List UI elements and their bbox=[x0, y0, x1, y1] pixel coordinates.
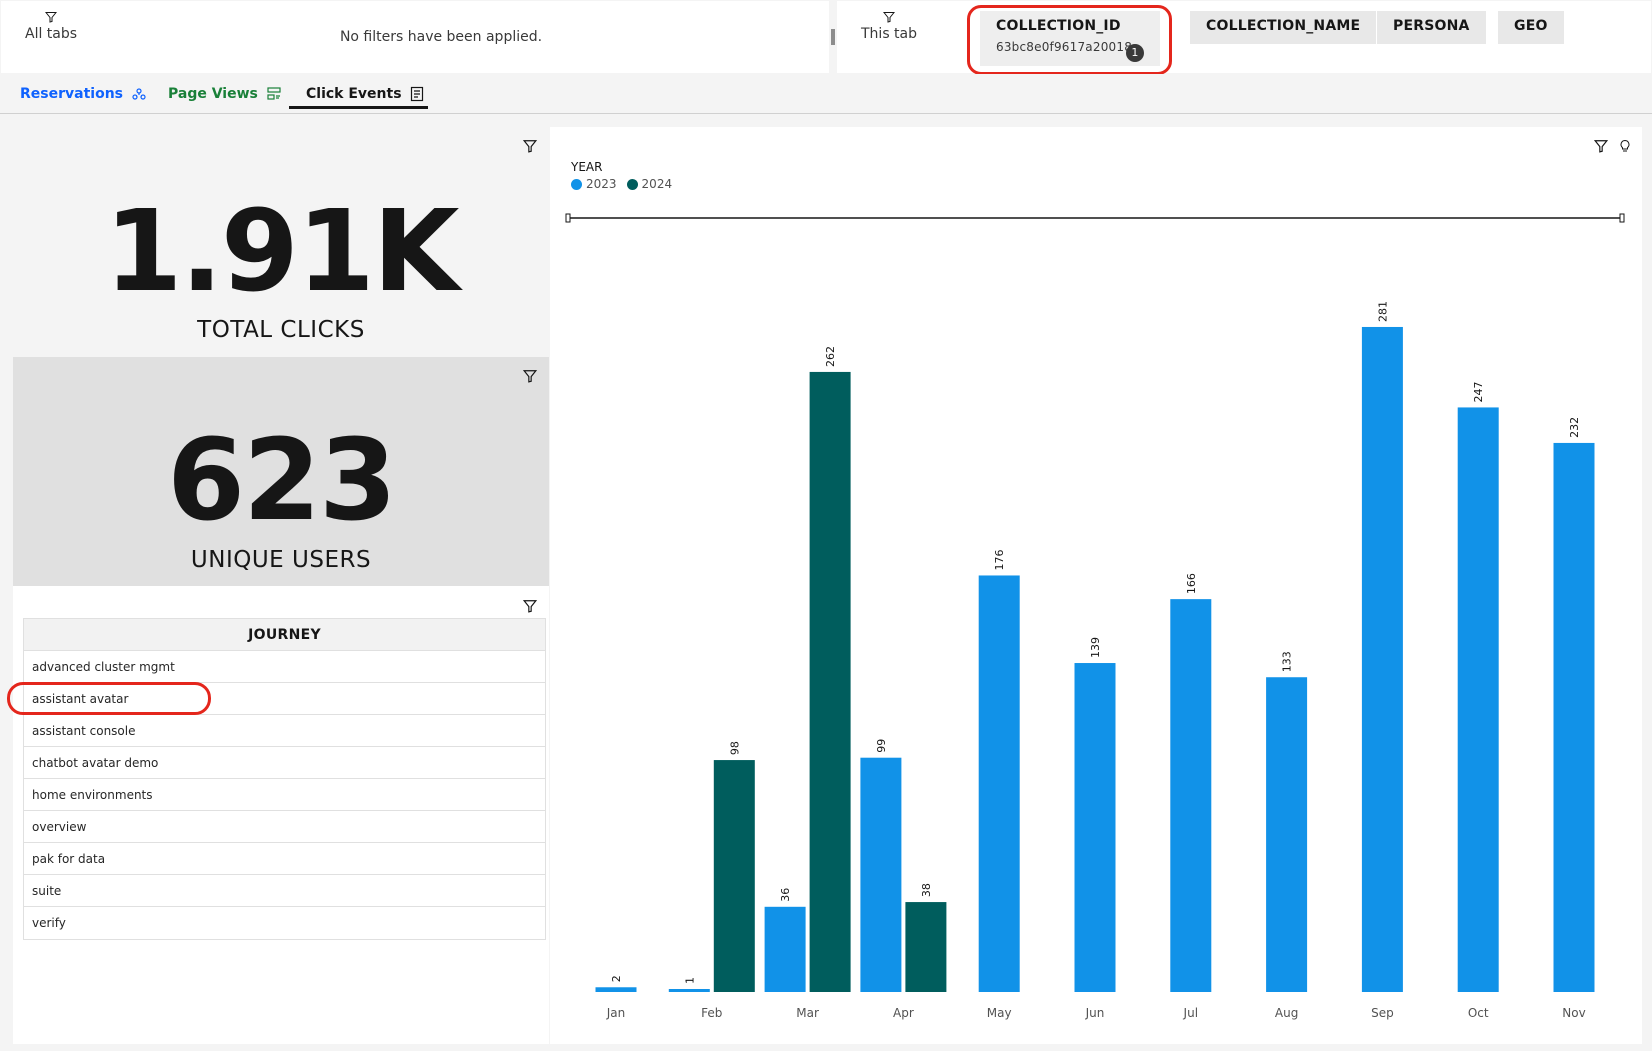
bar-jun-2023[interactable] bbox=[1074, 663, 1116, 992]
x-tick-label: Sep bbox=[1371, 1006, 1394, 1020]
journey-column-header[interactable]: JOURNEY bbox=[24, 619, 545, 651]
table-row[interactable]: assistant avatar bbox=[24, 683, 545, 715]
x-tick-label: Feb bbox=[701, 1006, 722, 1020]
tab-label: Page Views bbox=[168, 86, 258, 102]
total-clicks-label: TOTAL CLICKS bbox=[197, 317, 365, 343]
funnel-icon bbox=[883, 12, 895, 23]
bar-sep-2023[interactable] bbox=[1361, 326, 1403, 992]
total-clicks-value: 1.91K bbox=[104, 187, 459, 317]
data-label: 36 bbox=[779, 888, 792, 902]
bar-mar-2023[interactable] bbox=[764, 906, 806, 992]
bar-chart-svg: 2 Jan 1 98 Feb 36 262 Mar 99 38 Apr 176 May 139 Jun 166… bbox=[565, 213, 1625, 1020]
bar-aug-2023[interactable] bbox=[1266, 677, 1308, 992]
bar-feb-2024[interactable] bbox=[713, 760, 755, 992]
chip-label: COLLECTION_ID bbox=[996, 18, 1121, 34]
range-slider-handle-start[interactable] bbox=[565, 213, 571, 223]
total-clicks-kpi: 1.91K TOTAL CLICKS bbox=[13, 127, 549, 357]
funnel-icon[interactable] bbox=[523, 139, 537, 153]
data-label: 139 bbox=[1089, 637, 1102, 658]
data-label: 232 bbox=[1568, 417, 1581, 438]
tab-reservations[interactable]: Reservations bbox=[20, 86, 147, 102]
unique-users-kpi: 623 UNIQUE USERS bbox=[13, 357, 549, 586]
tab-label: Click Events bbox=[306, 86, 402, 102]
x-tick-label: Jul bbox=[1183, 1006, 1198, 1020]
data-label: 98 bbox=[728, 741, 741, 755]
x-tick-label: Aug bbox=[1275, 1006, 1298, 1020]
x-tick-label: Jun bbox=[1085, 1006, 1105, 1020]
range-slider-handle-end[interactable] bbox=[1619, 213, 1625, 223]
funnel-icon[interactable] bbox=[523, 599, 537, 613]
tab-click-events[interactable]: Click Events bbox=[306, 86, 424, 102]
chip-value: 63bc8e0f9617a20018c0 bbox=[996, 40, 1132, 54]
bar-may-2023[interactable] bbox=[978, 575, 1020, 992]
bar-nov-2023[interactable] bbox=[1553, 442, 1595, 992]
table-row[interactable]: home environments bbox=[24, 779, 545, 811]
data-label: 99 bbox=[875, 739, 888, 753]
data-label: 281 bbox=[1376, 301, 1389, 322]
funnel-icon[interactable] bbox=[523, 369, 537, 383]
table-row[interactable]: chatbot avatar demo bbox=[24, 747, 545, 779]
chip-label: GEO bbox=[1514, 18, 1548, 34]
bar-feb-2023[interactable] bbox=[668, 989, 710, 992]
this-tab-scope[interactable]: This tab bbox=[861, 11, 917, 42]
tab-page-views[interactable]: Page Views bbox=[168, 86, 282, 102]
bar-mar-2024[interactable] bbox=[809, 371, 851, 992]
bar-apr-2023[interactable] bbox=[860, 757, 902, 992]
bar-apr-2024[interactable] bbox=[905, 902, 947, 992]
data-label: 176 bbox=[993, 549, 1006, 570]
selected-tab-indicator bbox=[289, 106, 428, 109]
x-tick-label: May bbox=[987, 1006, 1012, 1020]
all-tabs-scope[interactable]: All tabs bbox=[25, 11, 77, 42]
filter-chip-collection-id[interactable]: COLLECTION_ID 63bc8e0f9617a20018c0 1 bbox=[980, 11, 1160, 66]
no-filters-text: No filters have been applied. bbox=[339, 29, 543, 45]
data-label: 38 bbox=[920, 883, 933, 897]
chip-label: PERSONA bbox=[1393, 18, 1470, 34]
bar-jul-2023[interactable] bbox=[1170, 599, 1212, 992]
data-label: 166 bbox=[1185, 573, 1198, 594]
filter-chip-geo[interactable]: GEO bbox=[1498, 11, 1564, 44]
unique-users-value: 623 bbox=[167, 416, 397, 546]
panel-splitter[interactable] bbox=[831, 29, 835, 45]
data-label: 2 bbox=[610, 975, 623, 982]
data-label: 1 bbox=[683, 977, 696, 984]
x-tick-label: Oct bbox=[1468, 1006, 1489, 1020]
tab-label: Reservations bbox=[20, 86, 123, 102]
data-label: 133 bbox=[1281, 651, 1294, 672]
x-tick-label: Jan bbox=[606, 1006, 626, 1020]
unique-users-label: UNIQUE USERS bbox=[190, 547, 372, 573]
click-events-icon bbox=[410, 86, 423, 102]
x-tick-label: Mar bbox=[796, 1006, 819, 1020]
this-tab-label: This tab bbox=[861, 26, 918, 42]
x-tick-label: Apr bbox=[893, 1006, 914, 1020]
table-row[interactable]: verify bbox=[24, 907, 545, 939]
journey-table: JOURNEY advanced cluster mgmt assistant … bbox=[23, 618, 546, 940]
filter-chip-collection-name[interactable]: COLLECTION_NAME bbox=[1190, 11, 1377, 44]
bar-oct-2023[interactable] bbox=[1457, 407, 1499, 992]
data-label: 247 bbox=[1472, 381, 1485, 402]
table-row[interactable]: pak for data bbox=[24, 843, 545, 875]
table-row[interactable]: suite bbox=[24, 875, 545, 907]
filter-chip-persona[interactable]: PERSONA bbox=[1377, 11, 1486, 44]
chip-label: COLLECTION_NAME bbox=[1206, 18, 1361, 34]
filter-bar: All tabs No filters have been applied. T… bbox=[0, 0, 1652, 74]
reservations-icon bbox=[132, 88, 146, 100]
clicks-by-month-chart: YEAR 2023 2024 2 Jan 1 98 Feb 36 262 Mar 99 38 Apr… bbox=[550, 127, 1642, 1044]
filter-count-badge: 1 bbox=[1126, 44, 1144, 62]
table-row[interactable]: advanced cluster mgmt bbox=[24, 651, 545, 683]
page-views-icon bbox=[267, 87, 281, 100]
table-row[interactable]: assistant console bbox=[24, 715, 545, 747]
tab-filter-panel: This tab COLLECTION_ID 63bc8e0f9617a2001… bbox=[837, 1, 1651, 73]
data-label: 262 bbox=[824, 346, 837, 367]
x-tick-label: Nov bbox=[1562, 1006, 1585, 1020]
tab-bar: Reservations Page Views Click Events bbox=[0, 74, 1652, 114]
global-filter-panel: All tabs No filters have been applied. bbox=[1, 1, 829, 73]
bar-jan-2023[interactable] bbox=[595, 987, 637, 992]
table-row[interactable]: overview bbox=[24, 811, 545, 843]
funnel-icon bbox=[45, 12, 58, 23]
all-tabs-label: All tabs bbox=[25, 26, 78, 42]
